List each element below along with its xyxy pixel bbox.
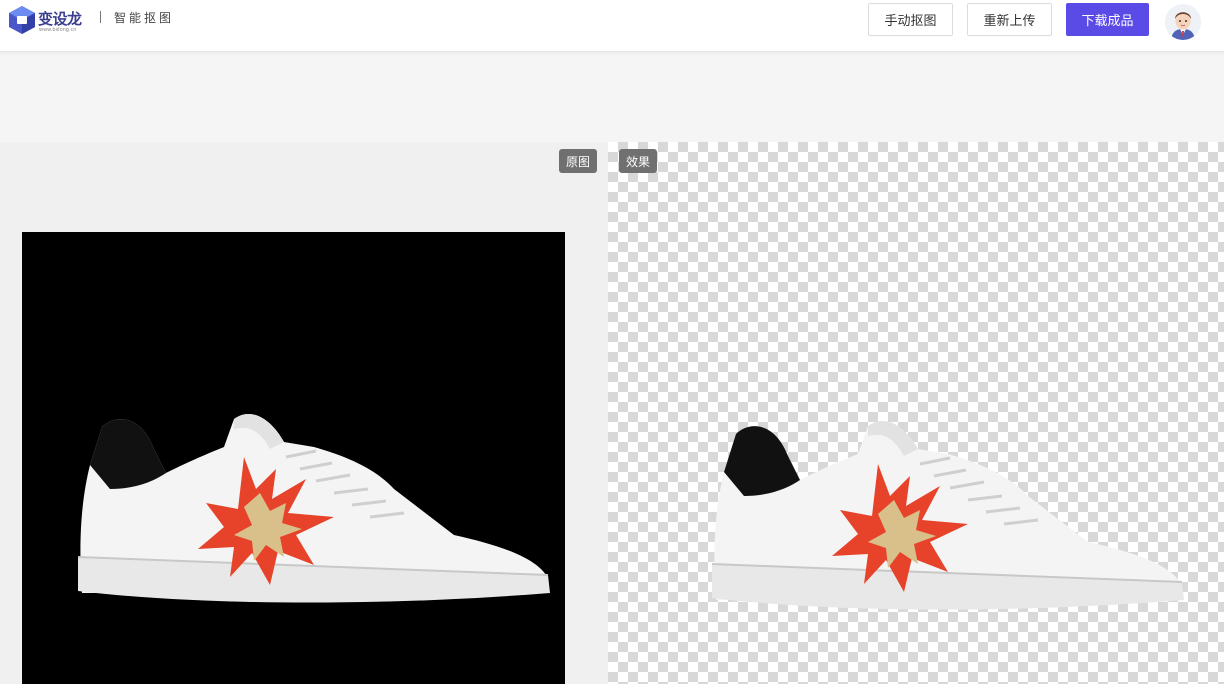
original-panel: 原图 — [0, 142, 608, 684]
page-title: 智能抠图 — [114, 11, 175, 25]
result-tag: 效果 — [619, 149, 658, 173]
brand-name: 变设龙 — [38, 10, 82, 28]
avatar-icon — [1165, 4, 1201, 40]
download-button[interactable]: 下载成品 — [1066, 3, 1149, 36]
cutout-sneaker-image — [711, 420, 1184, 610]
reupload-button[interactable]: 重新上传 — [967, 3, 1052, 36]
original-tag: 原图 — [559, 149, 598, 173]
brand-url: www.bslong.cn — [39, 27, 77, 33]
top-bar: 变设龙 www.bslong.cn 智能抠图 手动抠图 重新上传 下载成品 — [0, 0, 1224, 52]
logo-icon — [9, 6, 35, 34]
user-avatar[interactable] — [1165, 4, 1201, 40]
sneaker-image — [77, 413, 550, 603]
manual-cutout-button[interactable]: 手动抠图 — [868, 3, 953, 36]
result-panel: 效果 — [608, 142, 1224, 684]
toolbar-area — [0, 52, 1224, 142]
brand-logo[interactable]: 变设龙 www.bslong.cn — [8, 5, 88, 37]
title-divider — [100, 11, 101, 23]
original-image — [22, 232, 565, 684]
